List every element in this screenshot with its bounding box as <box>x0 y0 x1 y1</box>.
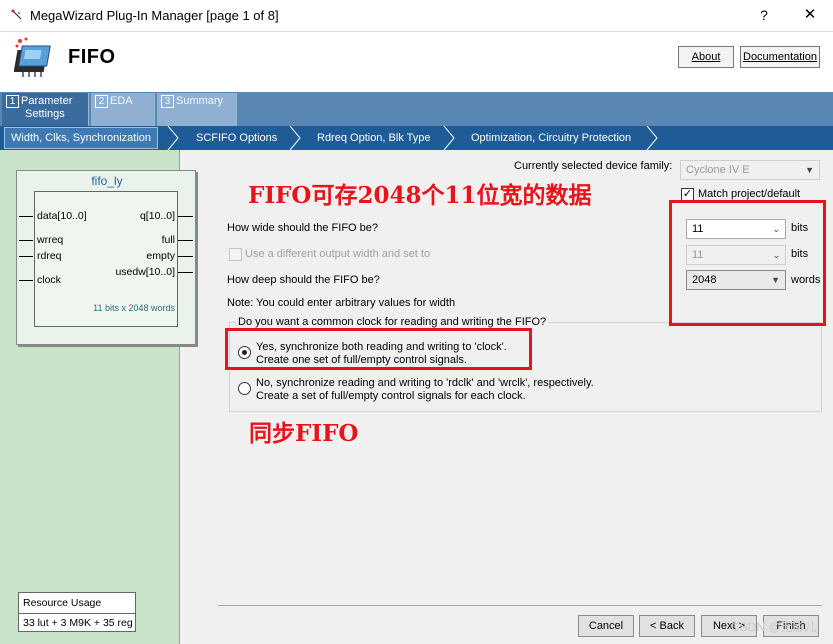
tab-parameter-settings[interactable]: 1 Parameter Settings <box>2 93 89 126</box>
back-button[interactable]: < Back <box>639 615 695 637</box>
diff-width-checkbox[interactable] <box>229 248 242 261</box>
divider <box>19 613 135 614</box>
tab-label: Summary <box>176 95 224 107</box>
documentation-label: Documentation <box>743 51 817 63</box>
subtab-scfifo-options[interactable]: SCFIFO Options <box>196 126 277 150</box>
chevron-right-icon <box>289 126 301 150</box>
chevron-right-icon <box>443 126 455 150</box>
documentation-button[interactable]: Documentation <box>740 46 820 68</box>
fifo-block-symbol: fifo_ly data[10..0] wrreq rdreq clock q[… <box>16 170 196 345</box>
annotation-box-sync <box>225 328 532 370</box>
diff-width-label: Use a different output width and set to <box>245 248 431 260</box>
port-empty: empty <box>146 250 175 262</box>
window-title: MegaWizard Plug-In Manager [page 1 of 8] <box>30 8 279 23</box>
sync-no-line1: No, synchronize reading and writing to '… <box>256 377 594 389</box>
port-full: full <box>161 234 175 246</box>
annotation-capacity-text: FIFO可存2048个11位宽的数据 <box>248 182 592 209</box>
sub-tabs: Width, Clks, Synchronization SCFIFO Opti… <box>0 126 833 150</box>
annotation-box-width-depth <box>669 200 826 326</box>
device-family-label: Currently selected device family: <box>514 160 673 172</box>
cancel-button[interactable]: Cancel <box>578 615 634 637</box>
tab-eda[interactable]: 2 EDA <box>91 93 155 126</box>
about-label: About <box>691 51 721 63</box>
match-project-label: Match project/default <box>698 188 801 200</box>
radio-sync-no[interactable] <box>238 382 251 395</box>
depth-question: How deep should the FIFO be? <box>227 274 380 286</box>
port-clock: clock <box>37 274 61 286</box>
port-data: data[10..0] <box>37 210 87 222</box>
about-button[interactable]: About <box>678 46 734 68</box>
block-name: fifo_ly <box>91 174 123 188</box>
tab-label-line2: Settings <box>25 108 65 120</box>
wizard-app-icon <box>11 9 22 20</box>
port-line <box>178 216 193 217</box>
port-line <box>19 280 33 281</box>
sync-no-text: No, synchronize reading and writing to '… <box>256 377 594 403</box>
port-q: q[10..0] <box>139 210 175 222</box>
tab-summary[interactable]: 3 Summary <box>157 93 237 126</box>
port-line <box>19 256 33 257</box>
wizard-header: FIFO About Documentation <box>0 32 833 92</box>
port-line <box>19 216 33 217</box>
top-tabs: 1 Parameter Settings 2 EDA 3 Summary <box>0 92 833 126</box>
width-note: Note: You could enter arbitrary values f… <box>227 297 456 309</box>
help-button[interactable]: ? <box>752 4 776 26</box>
port-rdreq: rdreq <box>37 250 62 262</box>
chip-logo-icon <box>14 37 51 77</box>
title-bar: MegaWizard Plug-In Manager [page 1 of 8]… <box>0 0 833 32</box>
footer-divider <box>218 605 822 606</box>
port-wrreq: wrreq <box>37 234 64 246</box>
close-button[interactable]: ✕ <box>798 4 822 26</box>
subtab-width-clks[interactable]: Width, Clks, Synchronization <box>4 127 158 149</box>
width-question: How wide should the FIFO be? <box>227 222 379 234</box>
device-family-value: Cyclone IV E <box>686 164 750 176</box>
port-line <box>19 240 33 241</box>
tab-label: Parameter <box>21 95 73 107</box>
tab-number: 2 <box>95 95 108 108</box>
port-usedw: usedw[10..0] <box>115 266 175 278</box>
tab-number: 1 <box>6 95 19 108</box>
sync-no-line2: Create a set of full/empty control signa… <box>256 390 526 402</box>
chevron-right-icon <box>167 126 179 150</box>
port-line <box>178 272 193 273</box>
resource-usage-value: 33 lut + 3 M9K + 35 reg <box>23 617 133 629</box>
resource-usage-title: Resource Usage <box>23 597 102 609</box>
annotation-sync-text: 同步FIFO <box>249 420 359 447</box>
page-title: FIFO <box>68 46 116 68</box>
symbol-panel: fifo_ly data[10..0] wrreq rdreq clock q[… <box>0 150 196 644</box>
chevron-right-icon <box>646 126 658 150</box>
dropdown-arrow-icon: ▼ <box>805 165 814 175</box>
subtab-optimization[interactable]: Optimization, Circuitry Protection <box>471 126 631 150</box>
port-line <box>178 256 193 257</box>
tab-label: EDA <box>110 95 133 107</box>
resource-usage-box: Resource Usage 33 lut + 3 M9K + 35 reg <box>18 592 136 632</box>
port-line <box>178 240 193 241</box>
tab-number: 3 <box>161 95 174 108</box>
device-family-select: Cyclone IV E ▼ <box>680 160 820 180</box>
clock-question: Do you want a common clock for reading a… <box>236 316 549 328</box>
watermark: CSDN @无影儿 <box>731 620 817 634</box>
subtab-rdreq-option[interactable]: Rdreq Option, Blk Type <box>317 126 431 150</box>
block-size-note: 11 bits x 2048 words <box>93 303 175 313</box>
